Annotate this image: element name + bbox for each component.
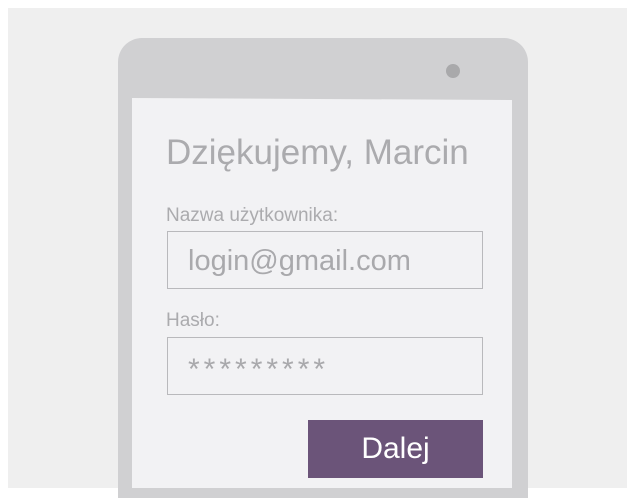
username-field[interactable]: login@gmail.com	[167, 231, 483, 289]
page-title: Dziękujemy, Marcin	[166, 133, 469, 172]
username-label: Nazwa użytkownika:	[166, 205, 339, 226]
next-button[interactable]: Dalej	[308, 420, 483, 478]
password-field[interactable]: *********	[167, 337, 483, 395]
password-label: Hasło:	[166, 310, 220, 331]
camera-icon	[446, 64, 460, 78]
